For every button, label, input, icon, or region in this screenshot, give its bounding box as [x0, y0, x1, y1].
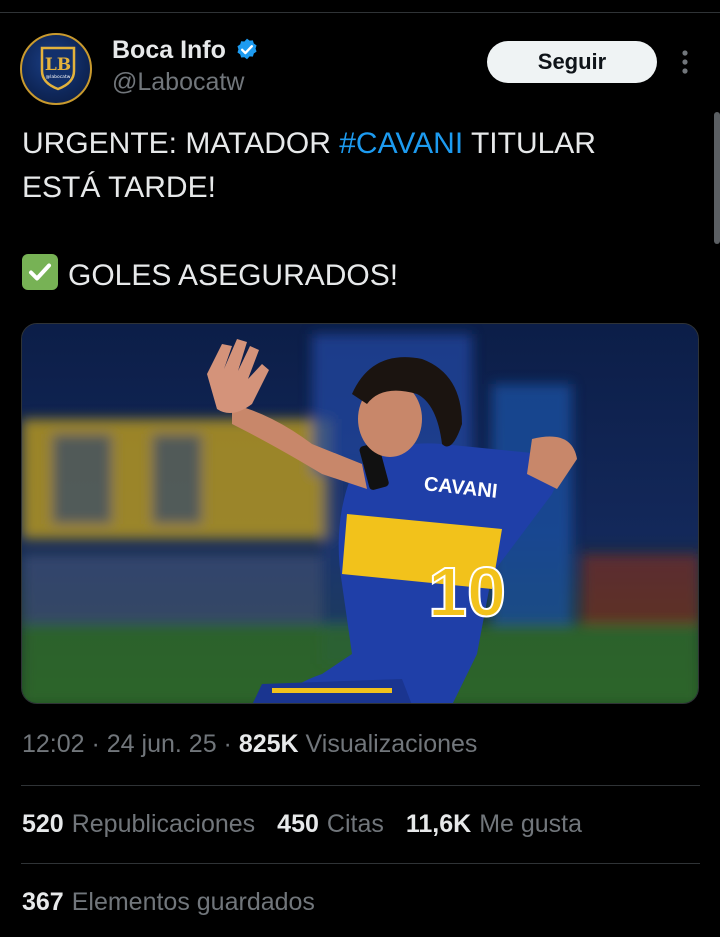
divider: [21, 863, 700, 864]
tweet-meta: 12:02 · 24 jun. 25 · 825K Visualizacione…: [22, 730, 477, 759]
tweet-text-prefix: URGENTE: MATADOR: [22, 127, 340, 160]
meta-separator: ·: [84, 730, 107, 758]
tweet-line-1: URGENTE: MATADOR #CAVANI TITULAR: [22, 122, 692, 166]
author-display-name[interactable]: Boca Info: [112, 36, 226, 65]
tweet-text: URGENTE: MATADOR #CAVANI TITULAR ESTÁ TA…: [22, 122, 692, 298]
more-vertical-icon[interactable]: [676, 48, 694, 76]
tweet-line-3-text: GOLES ASEGURADOS!: [68, 259, 399, 292]
reposts-stat[interactable]: 520 Republicaciones: [22, 810, 255, 839]
tweet-line-2: ESTÁ TARDE!: [22, 171, 216, 204]
views-label: Visualizaciones: [298, 730, 478, 758]
meta-separator: ·: [216, 730, 239, 758]
bookmarks-label: Elementos guardados: [71, 888, 315, 916]
avatar-subtext: @labocatw: [46, 74, 71, 80]
quotes-count: 450: [277, 810, 319, 838]
tweet-media-image[interactable]: 10 CAVANI: [21, 323, 699, 704]
likes-count: 11,6K: [405, 810, 472, 838]
author-name-row[interactable]: Boca Info: [112, 34, 260, 66]
reposts-label: Republicaciones: [71, 810, 256, 838]
hashtag-link[interactable]: #CAVANI: [339, 127, 463, 160]
reposts-count: 520: [22, 810, 64, 838]
author-handle[interactable]: @Labocatw: [112, 68, 244, 97]
tweet-text-suffix: TITULAR: [463, 127, 596, 160]
tweet-time[interactable]: 12:02: [22, 730, 85, 759]
top-divider: [0, 12, 720, 13]
bookmarks-count: 367: [22, 888, 64, 916]
check-mark-emoji-icon: [22, 254, 58, 290]
quotes-label: Citas: [326, 810, 384, 838]
club-shield-icon: LB @labocatw: [40, 46, 76, 91]
scrollbar-thumb[interactable]: [714, 112, 720, 244]
bookmarks-stat[interactable]: 367 Elementos guardados: [22, 888, 315, 917]
likes-stat[interactable]: 11,6K Me gusta: [406, 810, 582, 839]
shirt-number: 10: [428, 553, 506, 631]
engagement-stats: 520 Republicaciones 450 Citas 11,6K Me g…: [22, 810, 582, 839]
divider: [21, 785, 700, 786]
tweet-line-3: GOLES ASEGURADOS!: [22, 254, 692, 298]
quotes-stat[interactable]: 450 Citas: [277, 810, 384, 839]
avatar-monogram: LB: [45, 55, 71, 75]
player-photo: 10 CAVANI: [22, 324, 698, 703]
follow-button[interactable]: Seguir: [487, 41, 657, 83]
tweet-date[interactable]: 24 jun. 25: [107, 730, 217, 759]
likes-label: Me gusta: [479, 810, 583, 838]
verified-badge-icon: [237, 38, 257, 60]
views-count: 825K: [238, 730, 299, 758]
author-avatar[interactable]: LB @labocatw: [20, 33, 92, 105]
